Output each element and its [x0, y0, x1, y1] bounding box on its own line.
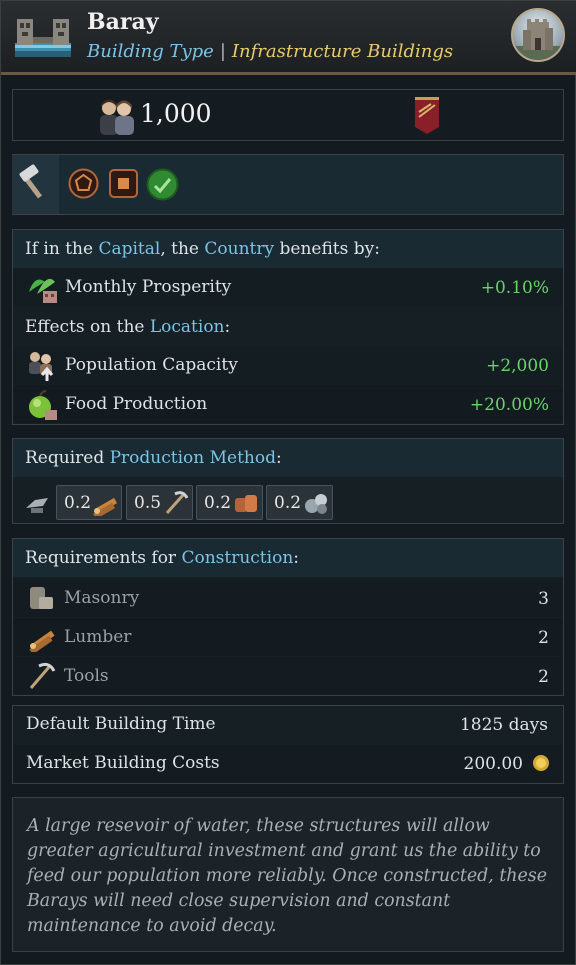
population-capacity-icon [29, 352, 54, 381]
population-capacity-value: +2,000 [486, 356, 549, 376]
lumber-icon [29, 630, 55, 652]
population-capacity-label: Population Capacity [65, 355, 238, 375]
construction-heading: Requirements for Construction: [25, 548, 299, 568]
tools-icon [29, 662, 56, 689]
pentagon-icon[interactable] [68, 168, 99, 199]
tools-value: 2 [538, 667, 549, 687]
prosperity-icon [29, 278, 57, 303]
subtitle-separator: | [219, 41, 226, 62]
production-method-icon [26, 498, 48, 513]
pm-good-clay-value: 0.2 [204, 493, 232, 513]
building-title: Baray [87, 9, 159, 35]
banner-icon[interactable] [414, 95, 440, 135]
location-heading: Effects on the Location: [25, 317, 231, 337]
green-check-icon[interactable] [146, 168, 179, 201]
building-subtitle: Building Type | Infrastructure Buildings [87, 41, 453, 62]
capital-link[interactable]: Capital [98, 239, 160, 259]
square-icon[interactable] [108, 168, 139, 199]
hammer-icon [19, 164, 42, 199]
building-time-value: 1825 days [459, 715, 548, 735]
masonry-value: 3 [538, 589, 549, 609]
monthly-prosperity-label: Monthly Prosperity [65, 277, 232, 297]
lumber-value: 2 [538, 628, 549, 648]
lumber-label: Lumber [64, 627, 132, 647]
food-production-label: Food Production [65, 394, 208, 414]
building-time-label: Default Building Time [26, 714, 216, 734]
building-description: A large resevoir of water, these structu… [12, 797, 564, 952]
apple-icon [29, 390, 57, 420]
tooltip-header: Baray Building Type | Infrastructure Build… [1, 1, 576, 75]
country-link[interactable]: Country [204, 239, 274, 259]
monthly-prosperity-value: +0.10% [480, 278, 549, 298]
population-value: 1,000 [140, 99, 212, 128]
lumber-icon [92, 497, 118, 516]
tools-icon [165, 491, 189, 514]
gold-coin-icon [533, 755, 549, 771]
building-category-link[interactable]: Infrastructure Buildings [232, 41, 453, 62]
building-type-link[interactable]: Building Type [87, 41, 214, 62]
building-tooltip-panel: Baray Building Type | Infrastructure Build… [0, 0, 576, 965]
stone-icon [305, 494, 327, 514]
population-icon [100, 99, 134, 135]
capital-heading: If in the Capital, the Country benefits … [25, 239, 380, 259]
masonry-label: Masonry [64, 588, 140, 608]
hammer-icon-cell[interactable] [12, 155, 59, 214]
pm-good-tools-value: 0.5 [134, 493, 162, 513]
castle-portrait-icon [511, 8, 565, 62]
market-cost-label: Market Building Costs [26, 753, 220, 773]
clay-icon [235, 495, 257, 512]
production-method-link[interactable]: Production Method [110, 448, 276, 468]
production-method-heading: Required Production Method: [25, 448, 282, 468]
tools-label: Tools [64, 666, 109, 686]
construction-link[interactable]: Construction [181, 548, 293, 568]
pm-good-stone-value: 0.2 [274, 493, 302, 513]
masonry-icon [30, 587, 53, 609]
market-cost-value: 200.00 [463, 754, 523, 774]
food-production-value: +20.00% [469, 395, 549, 415]
pm-good-lumber-value: 0.2 [64, 493, 92, 513]
population-box [12, 89, 564, 141]
location-link[interactable]: Location [150, 317, 225, 337]
baray-building-icon [15, 19, 71, 57]
